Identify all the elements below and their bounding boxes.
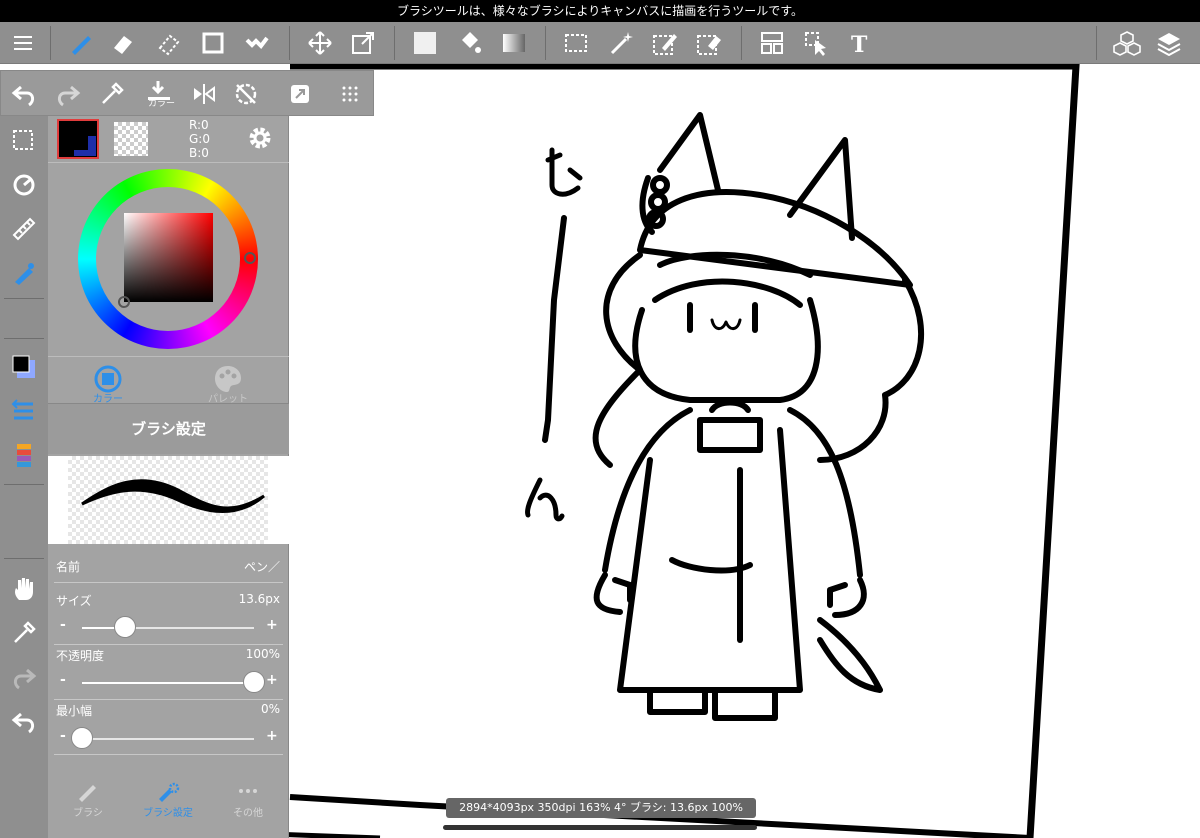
min-width-slider-knob[interactable] [71, 727, 93, 749]
size-plus-button[interactable]: + [266, 617, 278, 633]
color-panel: R:0 G:0 B:0 カラー パレット [48, 116, 289, 405]
opacity-value: 100% [245, 647, 280, 661]
rgb-readout: R:0 G:0 B:0 [189, 118, 210, 160]
name-label: 名前 [56, 560, 81, 574]
move-icon[interactable] [303, 26, 337, 60]
operation-icon[interactable] [799, 26, 833, 60]
hue-knob[interactable] [244, 252, 256, 264]
extract-label: カラー [148, 98, 175, 109]
brush-panel-title: ブラシ設定 [48, 404, 289, 454]
min-width-minus-button[interactable]: - [60, 728, 66, 744]
undo-icon[interactable] [7, 77, 41, 111]
material-icon[interactable] [1110, 26, 1144, 60]
b-value: B:0 [189, 146, 209, 160]
grid-icon[interactable] [333, 77, 367, 111]
tab-more[interactable]: その他 [208, 778, 288, 819]
blur-icon[interactable] [152, 26, 186, 60]
gradient-icon[interactable] [497, 26, 531, 60]
extract-icon[interactable]: カラー [141, 77, 187, 111]
hand-icon[interactable] [7, 572, 41, 606]
tab-brush-settings[interactable]: ブラシ設定 [128, 778, 208, 819]
brush-icon[interactable] [64, 26, 98, 60]
tab-palette-label: パレット [208, 394, 248, 405]
brush-stroke-preview [68, 456, 268, 544]
ruler-icon[interactable] [7, 212, 41, 246]
undo-side-icon[interactable] [7, 704, 41, 738]
opacity-slider-knob[interactable] [243, 671, 265, 693]
snap-brush-icon[interactable] [7, 256, 41, 290]
color-swatch-icon[interactable] [7, 350, 41, 384]
home-indicator[interactable] [443, 825, 757, 830]
tab-more-label: その他 [233, 808, 263, 819]
min-width-value: 0% [260, 702, 280, 716]
rotate-reset-icon[interactable] [229, 77, 263, 111]
min-width-slider[interactable] [71, 727, 254, 749]
eraser-icon[interactable] [106, 26, 140, 60]
transparent-color-swatch[interactable] [114, 122, 148, 156]
quick-access-bar: カラー [0, 70, 374, 116]
prev-brush-icon[interactable]: ‹ [50, 488, 66, 510]
fill-rect-icon[interactable] [408, 26, 442, 60]
transform-icon[interactable] [346, 26, 380, 60]
rotate-icon[interactable] [7, 168, 41, 202]
size-label: サイズ [56, 594, 92, 608]
saturation-value-box[interactable] [124, 213, 213, 302]
select-dashed-icon[interactable] [7, 124, 41, 158]
eyedropper-icon[interactable] [95, 77, 129, 111]
tab-brush[interactable]: ブラシ [48, 778, 128, 819]
opacity-slider[interactable] [82, 671, 265, 693]
tab-brush-label: ブラシ [73, 808, 103, 819]
menu-icon[interactable] [6, 26, 40, 60]
tab-color[interactable]: カラー [48, 360, 168, 405]
redo-side-icon[interactable] [7, 660, 41, 694]
opacity-label: 不透明度 [56, 649, 105, 663]
eyedropper-side-icon[interactable] [7, 616, 41, 650]
export-icon[interactable] [283, 77, 317, 111]
canvas-info-bar: 2894*4093px 350dpi 163% 4° ブラシ: 13.6px 1… [446, 798, 756, 818]
text-icon[interactable]: T [843, 26, 877, 60]
g-value: G:0 [189, 132, 210, 146]
main-toolbar: T [0, 22, 1200, 64]
status-message: ブラシツールは、様々なブラシによりキャンバスに描画を行うツールです。 [0, 0, 1200, 22]
select-pen-icon[interactable] [648, 26, 682, 60]
select-eraser-icon[interactable] [692, 26, 726, 60]
brush-settings-panel: ブラシ設定 ‹ › 名前 ペン／ サイズ 13.6px - + 不透明度 100… [48, 404, 289, 838]
redo-icon[interactable] [51, 77, 85, 111]
tab-color-label: カラー [93, 394, 123, 405]
size-value: 13.6px [238, 592, 280, 606]
min-width-plus-button[interactable]: + [266, 728, 278, 744]
opacity-minus-button[interactable]: - [60, 672, 66, 688]
select-rect-icon[interactable] [559, 26, 593, 60]
layer-icon[interactable] [1152, 26, 1186, 60]
size-slider-knob[interactable] [114, 616, 136, 638]
main-color-swatch[interactable] [57, 119, 99, 159]
min-width-label: 最小幅 [56, 704, 93, 718]
dot-icon[interactable] [240, 26, 274, 60]
svg-text:T: T [851, 32, 868, 56]
tab-brush-settings-label: ブラシ設定 [143, 808, 193, 819]
brush-tab-icon [79, 785, 96, 802]
sv-knob[interactable] [118, 296, 130, 308]
brush-settings-icon [159, 782, 180, 802]
gear-icon[interactable] [245, 123, 275, 153]
magic-wand-icon[interactable] [604, 26, 638, 60]
left-toolbar [0, 116, 48, 838]
palette-bar-icon[interactable] [7, 438, 41, 472]
opacity-plus-button[interactable]: + [266, 672, 278, 688]
size-minus-button[interactable]: - [60, 617, 66, 633]
swap-color-icon[interactable] [7, 394, 41, 428]
more-icon [239, 789, 257, 793]
name-value[interactable]: ペン／ [244, 558, 280, 575]
frame-icon[interactable] [755, 26, 789, 60]
shape-icon[interactable] [196, 26, 230, 60]
r-value: R:0 [189, 118, 209, 132]
size-slider[interactable] [82, 616, 254, 638]
flip-icon[interactable] [187, 77, 221, 111]
tab-palette[interactable]: パレット [168, 360, 288, 405]
bucket-icon[interactable] [452, 26, 486, 60]
next-brush-icon[interactable]: › [271, 488, 287, 510]
